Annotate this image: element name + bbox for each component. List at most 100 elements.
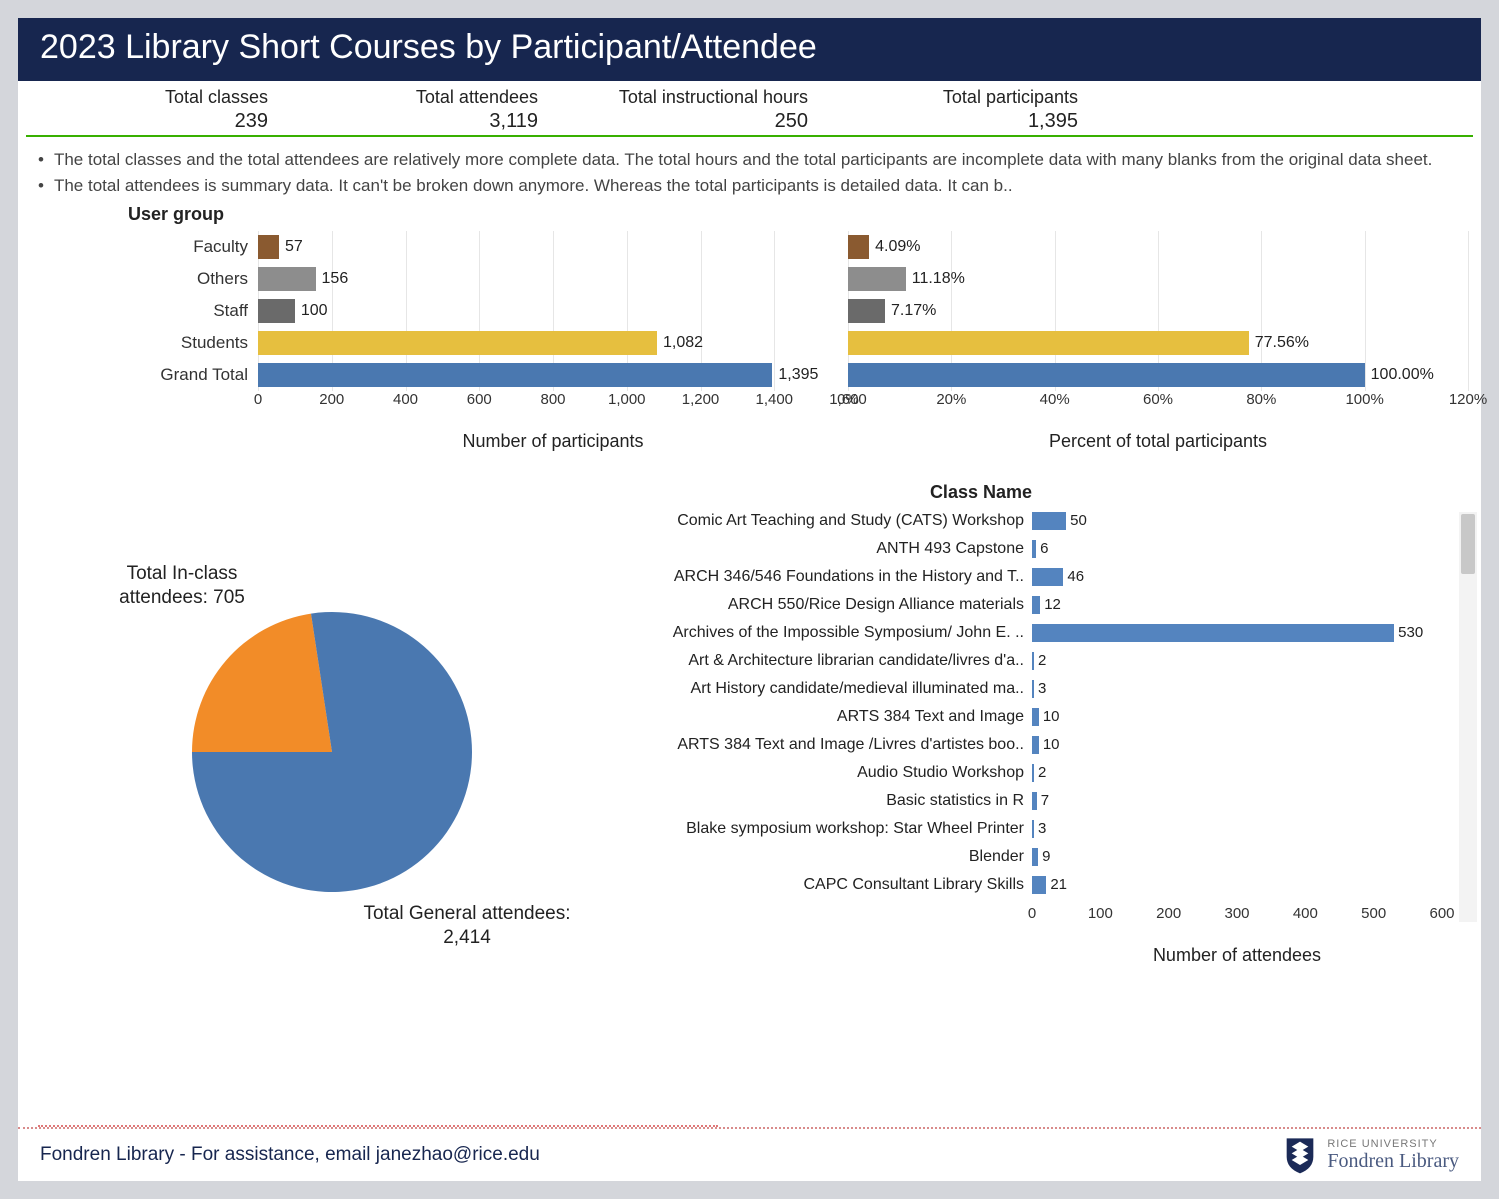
bar[interactable] [848, 299, 885, 323]
bar[interactable] [258, 363, 772, 387]
bar[interactable] [848, 267, 906, 291]
pct-axis-label: Percent of total participants [848, 431, 1468, 452]
class-row[interactable]: ARTS 384 Text and Image /Livres d'artist… [602, 731, 1477, 759]
kpi-label: Total attendees [296, 87, 538, 110]
class-axis-label: Number of attendees [1032, 945, 1442, 966]
class-title: Class Name [602, 482, 1032, 503]
class-scrollbar[interactable] [1459, 512, 1477, 922]
bar-value: 156 [316, 267, 349, 291]
logo-univ: RICE UNIVERSITY [1327, 1138, 1459, 1150]
class-label: CAPC Consultant Library Skills [602, 876, 1032, 894]
user-group-row[interactable]: Others 156 [18, 263, 848, 295]
class-row[interactable]: Blake symposium workshop: Star Wheel Pri… [602, 815, 1477, 843]
bar-value: 4.09% [869, 235, 920, 259]
user-group-pct-row[interactable]: 77.56% [848, 327, 1471, 359]
bar[interactable] [848, 363, 1365, 387]
class-row[interactable]: Basic statistics in R7 [602, 787, 1477, 815]
bar-value: 77.56% [1249, 331, 1309, 355]
bar-value: 9 [1038, 848, 1050, 866]
class-row[interactable]: ARCH 346/546 Foundations in the History … [602, 563, 1477, 591]
class-row[interactable]: ARCH 550/Rice Design Alliance materials1… [602, 591, 1477, 619]
footer: Fondren Library - For assistance, email … [18, 1127, 1481, 1181]
class-label: ANTH 493 Capstone [602, 540, 1032, 558]
bar-value: 10 [1039, 736, 1060, 754]
user-group-label: Students [18, 333, 258, 353]
page-title: 2023 Library Short Courses by Participan… [18, 18, 1481, 81]
note-line: The total classes and the total attendee… [38, 147, 1461, 173]
class-row[interactable]: ANTH 493 Capstone6 [602, 535, 1477, 563]
class-label: Audio Studio Workshop [602, 764, 1032, 782]
kpi-col: Total attendees3,119 [296, 87, 566, 133]
bar-value: 11.18% [906, 267, 965, 291]
bar[interactable] [258, 235, 279, 259]
class-label: ARCH 346/546 Foundations in the History … [602, 568, 1032, 586]
axis-tick: 0 [1028, 905, 1036, 922]
user-group-pct-row[interactable]: 4.09% [848, 231, 1471, 263]
class-row[interactable]: Archives of the Impossible Symposium/ Jo… [602, 619, 1477, 647]
kpi-label: Total classes [26, 87, 268, 110]
user-group-pct-row[interactable]: 7.17% [848, 295, 1471, 327]
class-label: Blake symposium workshop: Star Wheel Pri… [602, 820, 1032, 838]
class-label: ARCH 550/Rice Design Alliance materials [602, 596, 1032, 614]
user-group-label: Grand Total [18, 365, 258, 385]
class-row[interactable]: Blender 9 [602, 843, 1477, 871]
bar[interactable] [1032, 708, 1039, 726]
notes-block: The total classes and the total attendee… [18, 137, 1481, 204]
bar[interactable] [258, 267, 316, 291]
user-group-label: Others [18, 269, 258, 289]
user-group-row[interactable]: Students1,082 [18, 327, 848, 359]
user-group-row[interactable]: Staff100 [18, 295, 848, 327]
axis-tick: 120% [1449, 391, 1487, 408]
axis-tick: 40% [1040, 391, 1070, 408]
kpi-value: 1,395 [836, 110, 1078, 133]
axis-tick: 100% [1345, 391, 1383, 408]
pie-chart[interactable]: Total In-class attendees: 705 Total Gene… [22, 482, 602, 982]
logo-lib: Fondren Library [1327, 1150, 1459, 1173]
axis-tick: 200 [319, 391, 344, 408]
axis-tick: 200 [1156, 905, 1181, 922]
user-group-label: Staff [18, 301, 258, 321]
user-group-pct-row[interactable]: 11.18% [848, 263, 1471, 295]
bar[interactable] [1032, 596, 1040, 614]
dashboard-panel: 2023 Library Short Courses by Participan… [18, 18, 1481, 1181]
axis-tick: 800 [540, 391, 565, 408]
bar[interactable] [1032, 736, 1039, 754]
class-chart[interactable]: Class Name Comic Art Teaching and Study … [602, 482, 1477, 982]
class-label: Blender [602, 848, 1032, 866]
bar[interactable] [848, 235, 869, 259]
class-label: Art & Architecture librarian candidate/l… [602, 652, 1032, 670]
user-group-row[interactable]: Grand Total1,395 [18, 359, 848, 391]
bar[interactable] [258, 331, 657, 355]
kpi-value: 239 [26, 110, 268, 133]
axis-tick: 600 [467, 391, 492, 408]
class-row[interactable]: ARTS 384 Text and Image10 [602, 703, 1477, 731]
bar-value: 100.00% [1365, 363, 1434, 387]
bar[interactable] [1032, 624, 1394, 642]
pie-slice-inclass[interactable] [192, 614, 332, 752]
scrollbar-thumb[interactable] [1461, 514, 1475, 574]
bar[interactable] [1032, 512, 1066, 530]
user-group-pct-row[interactable]: 100.00% [848, 359, 1471, 391]
num-axis-label: Number of participants [258, 431, 848, 452]
class-label: Comic Art Teaching and Study (CATS) Work… [602, 512, 1032, 530]
bar[interactable] [1032, 876, 1046, 894]
axis-tick: 20% [936, 391, 966, 408]
axis-tick: 600 [1429, 905, 1454, 922]
class-row[interactable]: Art & Architecture librarian candidate/l… [602, 647, 1477, 675]
axis-tick: 500 [1361, 905, 1386, 922]
class-row[interactable]: CAPC Consultant Library Skills 21 [602, 871, 1477, 899]
class-row[interactable]: Audio Studio Workshop2 [602, 759, 1477, 787]
axis-tick: 100 [1088, 905, 1113, 922]
bar[interactable] [848, 331, 1249, 355]
bar[interactable] [258, 299, 295, 323]
bar-value: 21 [1046, 876, 1067, 894]
bar-value: 7.17% [885, 299, 936, 323]
axis-tick: 1,200 [682, 391, 720, 408]
class-row[interactable]: Art History candidate/medieval illuminat… [602, 675, 1477, 703]
class-row[interactable]: Comic Art Teaching and Study (CATS) Work… [602, 507, 1477, 535]
bar[interactable] [1032, 568, 1063, 586]
user-group-row[interactable]: Faculty57 [18, 231, 848, 263]
bar-value: 10 [1039, 708, 1060, 726]
axis-tick: 0 [254, 391, 262, 408]
class-label: ARTS 384 Text and Image /Livres d'artist… [602, 736, 1032, 754]
